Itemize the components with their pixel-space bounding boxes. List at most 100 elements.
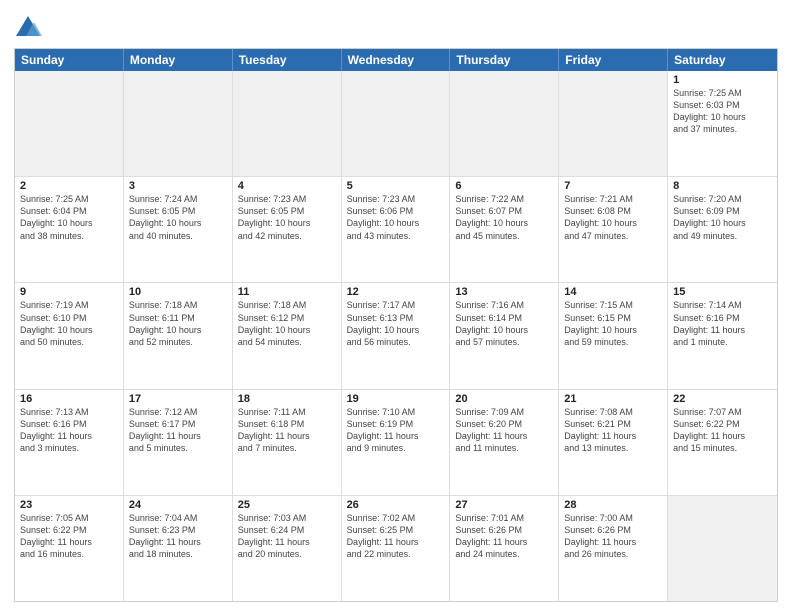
cal-cell-22: 22Sunrise: 7:07 AM Sunset: 6:22 PM Dayli…	[668, 390, 777, 495]
week-row-1: 2Sunrise: 7:25 AM Sunset: 6:04 PM Daylig…	[15, 176, 777, 282]
day-number: 21	[564, 393, 662, 405]
day-info: Sunrise: 7:18 AM Sunset: 6:12 PM Dayligh…	[238, 299, 336, 348]
week-row-2: 9Sunrise: 7:19 AM Sunset: 6:10 PM Daylig…	[15, 282, 777, 388]
day-info: Sunrise: 7:01 AM Sunset: 6:26 PM Dayligh…	[455, 512, 553, 561]
calendar: SundayMondayTuesdayWednesdayThursdayFrid…	[14, 48, 778, 602]
header-day-tuesday: Tuesday	[233, 49, 342, 71]
cal-cell-11: 11Sunrise: 7:18 AM Sunset: 6:12 PM Dayli…	[233, 283, 342, 388]
day-number: 24	[129, 499, 227, 511]
day-number: 19	[347, 393, 445, 405]
day-info: Sunrise: 7:24 AM Sunset: 6:05 PM Dayligh…	[129, 193, 227, 242]
day-number: 13	[455, 286, 553, 298]
day-info: Sunrise: 7:07 AM Sunset: 6:22 PM Dayligh…	[673, 406, 772, 455]
cal-cell-25: 25Sunrise: 7:03 AM Sunset: 6:24 PM Dayli…	[233, 496, 342, 601]
day-number: 5	[347, 180, 445, 192]
cal-cell-15: 15Sunrise: 7:14 AM Sunset: 6:16 PM Dayli…	[668, 283, 777, 388]
cal-cell-14: 14Sunrise: 7:15 AM Sunset: 6:15 PM Dayli…	[559, 283, 668, 388]
day-number: 14	[564, 286, 662, 298]
day-info: Sunrise: 7:09 AM Sunset: 6:20 PM Dayligh…	[455, 406, 553, 455]
header	[14, 10, 778, 42]
day-number: 4	[238, 180, 336, 192]
day-info: Sunrise: 7:05 AM Sunset: 6:22 PM Dayligh…	[20, 512, 118, 561]
day-info: Sunrise: 7:08 AM Sunset: 6:21 PM Dayligh…	[564, 406, 662, 455]
day-number: 6	[455, 180, 553, 192]
day-info: Sunrise: 7:00 AM Sunset: 6:26 PM Dayligh…	[564, 512, 662, 561]
cal-cell-10: 10Sunrise: 7:18 AM Sunset: 6:11 PM Dayli…	[124, 283, 233, 388]
day-number: 23	[20, 499, 118, 511]
cal-cell-3: 3Sunrise: 7:24 AM Sunset: 6:05 PM Daylig…	[124, 177, 233, 282]
day-number: 18	[238, 393, 336, 405]
day-number: 17	[129, 393, 227, 405]
day-number: 2	[20, 180, 118, 192]
cal-cell-5: 5Sunrise: 7:23 AM Sunset: 6:06 PM Daylig…	[342, 177, 451, 282]
calendar-header: SundayMondayTuesdayWednesdayThursdayFrid…	[15, 49, 777, 71]
week-row-0: 1Sunrise: 7:25 AM Sunset: 6:03 PM Daylig…	[15, 71, 777, 176]
day-info: Sunrise: 7:16 AM Sunset: 6:14 PM Dayligh…	[455, 299, 553, 348]
cal-cell-empty-5	[559, 71, 668, 176]
cal-cell-2: 2Sunrise: 7:25 AM Sunset: 6:04 PM Daylig…	[15, 177, 124, 282]
cal-cell-4: 4Sunrise: 7:23 AM Sunset: 6:05 PM Daylig…	[233, 177, 342, 282]
day-info: Sunrise: 7:04 AM Sunset: 6:23 PM Dayligh…	[129, 512, 227, 561]
cal-cell-27: 27Sunrise: 7:01 AM Sunset: 6:26 PM Dayli…	[450, 496, 559, 601]
cal-cell-8: 8Sunrise: 7:20 AM Sunset: 6:09 PM Daylig…	[668, 177, 777, 282]
cal-cell-1: 1Sunrise: 7:25 AM Sunset: 6:03 PM Daylig…	[668, 71, 777, 176]
day-number: 1	[673, 74, 772, 86]
day-info: Sunrise: 7:02 AM Sunset: 6:25 PM Dayligh…	[347, 512, 445, 561]
cal-cell-21: 21Sunrise: 7:08 AM Sunset: 6:21 PM Dayli…	[559, 390, 668, 495]
logo-icon	[14, 14, 42, 42]
cal-cell-empty-1	[124, 71, 233, 176]
day-number: 12	[347, 286, 445, 298]
day-info: Sunrise: 7:23 AM Sunset: 6:05 PM Dayligh…	[238, 193, 336, 242]
header-day-saturday: Saturday	[668, 49, 777, 71]
day-info: Sunrise: 7:17 AM Sunset: 6:13 PM Dayligh…	[347, 299, 445, 348]
day-number: 15	[673, 286, 772, 298]
page: SundayMondayTuesdayWednesdayThursdayFrid…	[0, 0, 792, 612]
week-row-3: 16Sunrise: 7:13 AM Sunset: 6:16 PM Dayli…	[15, 389, 777, 495]
week-row-4: 23Sunrise: 7:05 AM Sunset: 6:22 PM Dayli…	[15, 495, 777, 601]
day-info: Sunrise: 7:23 AM Sunset: 6:06 PM Dayligh…	[347, 193, 445, 242]
day-info: Sunrise: 7:11 AM Sunset: 6:18 PM Dayligh…	[238, 406, 336, 455]
day-number: 20	[455, 393, 553, 405]
cal-cell-17: 17Sunrise: 7:12 AM Sunset: 6:17 PM Dayli…	[124, 390, 233, 495]
day-info: Sunrise: 7:19 AM Sunset: 6:10 PM Dayligh…	[20, 299, 118, 348]
day-number: 25	[238, 499, 336, 511]
cal-cell-empty-3	[342, 71, 451, 176]
logo	[14, 14, 44, 42]
day-info: Sunrise: 7:12 AM Sunset: 6:17 PM Dayligh…	[129, 406, 227, 455]
day-info: Sunrise: 7:03 AM Sunset: 6:24 PM Dayligh…	[238, 512, 336, 561]
day-number: 22	[673, 393, 772, 405]
cal-cell-28: 28Sunrise: 7:00 AM Sunset: 6:26 PM Dayli…	[559, 496, 668, 601]
day-info: Sunrise: 7:15 AM Sunset: 6:15 PM Dayligh…	[564, 299, 662, 348]
cal-cell-empty-0	[15, 71, 124, 176]
day-number: 3	[129, 180, 227, 192]
calendar-body: 1Sunrise: 7:25 AM Sunset: 6:03 PM Daylig…	[15, 71, 777, 601]
day-info: Sunrise: 7:21 AM Sunset: 6:08 PM Dayligh…	[564, 193, 662, 242]
day-number: 16	[20, 393, 118, 405]
cal-cell-18: 18Sunrise: 7:11 AM Sunset: 6:18 PM Dayli…	[233, 390, 342, 495]
header-day-monday: Monday	[124, 49, 233, 71]
cal-cell-7: 7Sunrise: 7:21 AM Sunset: 6:08 PM Daylig…	[559, 177, 668, 282]
day-info: Sunrise: 7:18 AM Sunset: 6:11 PM Dayligh…	[129, 299, 227, 348]
day-info: Sunrise: 7:13 AM Sunset: 6:16 PM Dayligh…	[20, 406, 118, 455]
cal-cell-19: 19Sunrise: 7:10 AM Sunset: 6:19 PM Dayli…	[342, 390, 451, 495]
header-day-thursday: Thursday	[450, 49, 559, 71]
day-info: Sunrise: 7:25 AM Sunset: 6:04 PM Dayligh…	[20, 193, 118, 242]
day-number: 27	[455, 499, 553, 511]
day-number: 7	[564, 180, 662, 192]
header-day-friday: Friday	[559, 49, 668, 71]
cal-cell-16: 16Sunrise: 7:13 AM Sunset: 6:16 PM Dayli…	[15, 390, 124, 495]
cal-cell-13: 13Sunrise: 7:16 AM Sunset: 6:14 PM Dayli…	[450, 283, 559, 388]
day-number: 10	[129, 286, 227, 298]
day-number: 11	[238, 286, 336, 298]
day-info: Sunrise: 7:14 AM Sunset: 6:16 PM Dayligh…	[673, 299, 772, 348]
day-number: 28	[564, 499, 662, 511]
day-info: Sunrise: 7:22 AM Sunset: 6:07 PM Dayligh…	[455, 193, 553, 242]
cal-cell-empty-2	[233, 71, 342, 176]
day-number: 26	[347, 499, 445, 511]
day-number: 9	[20, 286, 118, 298]
cal-cell-6: 6Sunrise: 7:22 AM Sunset: 6:07 PM Daylig…	[450, 177, 559, 282]
header-day-sunday: Sunday	[15, 49, 124, 71]
cal-cell-23: 23Sunrise: 7:05 AM Sunset: 6:22 PM Dayli…	[15, 496, 124, 601]
day-info: Sunrise: 7:25 AM Sunset: 6:03 PM Dayligh…	[673, 87, 772, 136]
cal-cell-20: 20Sunrise: 7:09 AM Sunset: 6:20 PM Dayli…	[450, 390, 559, 495]
